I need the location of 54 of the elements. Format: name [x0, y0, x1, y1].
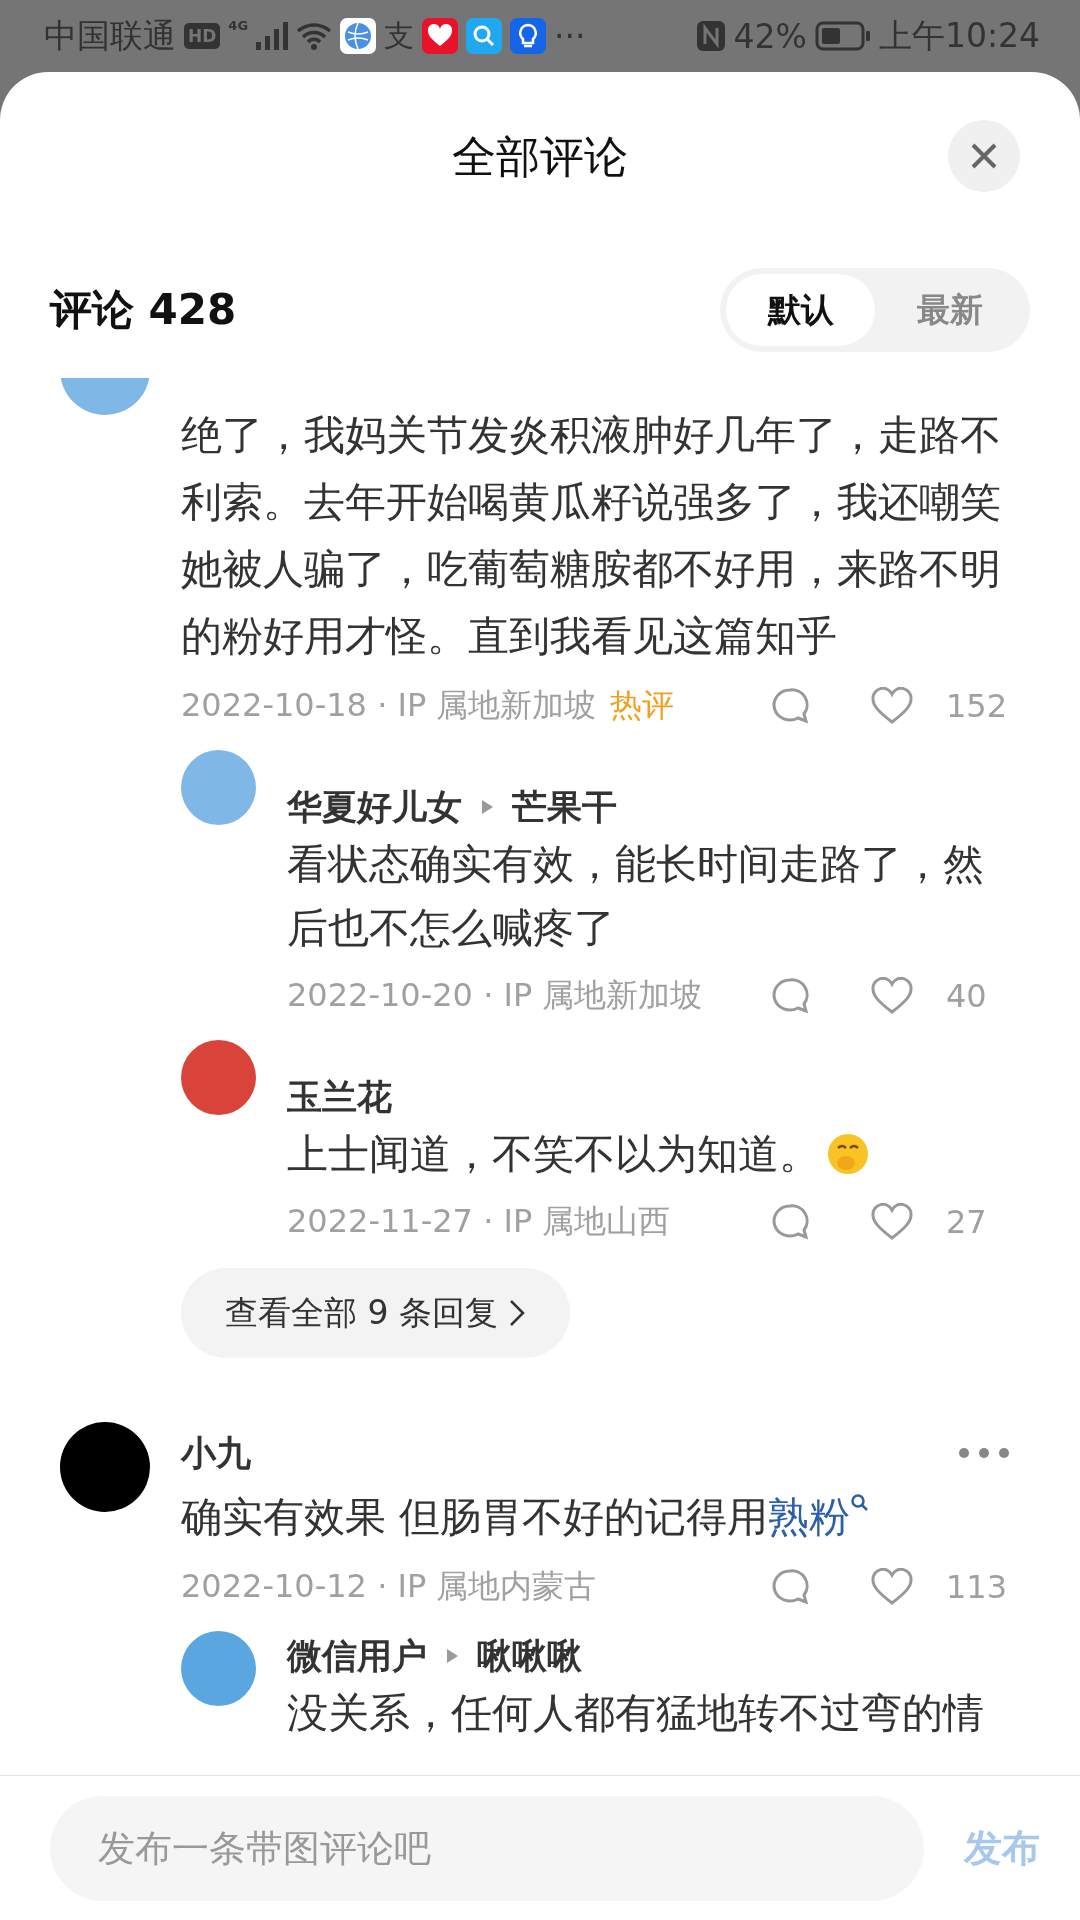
comment-text: 绝了，我妈关节发炎积液肿好几年了，走路不利索。去年开始喝黄瓜籽说强多了，我还嘲笑她被人骗了，吃葡萄糖胺都不好用，来路不明的粉好用才怪。直到我看见这篇知乎: [181, 410, 1002, 662]
clock-time: 上午10:24: [878, 14, 1040, 57]
view-all-replies-button[interactable]: 查看全部 9 条回复: [181, 1268, 570, 1358]
like-count: 152: [946, 687, 1009, 725]
signal-icon: [256, 22, 289, 50]
app-glyph: 支: [384, 16, 415, 55]
comment-input[interactable]: 发布一条带图评论吧: [50, 1795, 924, 1901]
reply-text: 没关系，任何人都有猛地转不过弯的情: [287, 1688, 985, 1739]
nfc-icon: [695, 20, 726, 52]
reply-arrow-icon: [480, 799, 494, 815]
heart-app-icon: [422, 18, 459, 54]
comment-author[interactable]: 小九: [181, 1429, 251, 1477]
reply-text: 上士闻道，不笑不以为知道。: [287, 1122, 1010, 1186]
hot-comment-tag: 热评: [610, 684, 675, 728]
like-count: 27: [946, 1203, 988, 1241]
hd-badge: HD: [184, 23, 221, 49]
comment-meta: 2022-10-20 · IP 属地新加坡: [287, 975, 703, 1016]
comment-meta: 2022-10-18 · IP 属地新加坡: [181, 685, 597, 726]
reply-author[interactable]: 华夏好儿女: [287, 783, 462, 831]
more-icon[interactable]: [958, 1447, 1010, 1459]
sheet-title: 全部评论: [452, 129, 628, 184]
comment-icon[interactable]: [770, 686, 810, 726]
comment-meta: 2022-11-27 · IP 属地山西: [287, 1201, 671, 1242]
reply-target-author[interactable]: 啾啾啾: [477, 1632, 582, 1680]
reply-text: 看状态确实有效，能长时间走路了，然后也不怎么喊疼了: [287, 839, 985, 954]
reply-author[interactable]: 微信用户: [287, 1632, 427, 1680]
heart-icon[interactable]: [871, 1203, 913, 1241]
heart-icon[interactable]: [871, 1568, 913, 1606]
network-type: 4G: [228, 18, 249, 33]
comment-text: 确实有效果 但肠胃不好的记得用熟粉: [181, 1484, 1010, 1551]
reply-target-author[interactable]: 芒果干: [512, 783, 617, 831]
search-app-icon: [466, 18, 503, 54]
sort-tab[interactable]: 默认: [726, 274, 875, 346]
comment-icon[interactable]: [770, 976, 810, 1016]
wifi-icon: [296, 22, 333, 50]
like-count: 113: [946, 1568, 1009, 1606]
close-icon: [970, 142, 998, 170]
like-count: 40: [946, 977, 988, 1015]
chevron-right-icon: [508, 1298, 526, 1328]
search-link[interactable]: 熟粉: [768, 1493, 871, 1541]
carrier-name: 中国联通: [44, 14, 176, 57]
heart-icon[interactable]: [871, 977, 913, 1015]
reply-arrow-icon: [445, 1648, 459, 1664]
battery-percent: 42%: [733, 16, 807, 56]
globe-app-icon: [340, 18, 377, 54]
battery-icon: [814, 21, 871, 51]
comment-icon[interactable]: [770, 1202, 810, 1242]
comment-count: 评论 428: [50, 284, 237, 336]
lightbulb-app-icon: [510, 18, 547, 54]
comment-meta: 2022-10-12 · IP 属地内蒙古: [181, 1566, 597, 1607]
comment-icon[interactable]: [770, 1567, 810, 1607]
heart-icon[interactable]: [871, 687, 913, 725]
reply-author[interactable]: 玉兰花: [287, 1073, 392, 1121]
more-notifications: ···: [554, 16, 586, 56]
